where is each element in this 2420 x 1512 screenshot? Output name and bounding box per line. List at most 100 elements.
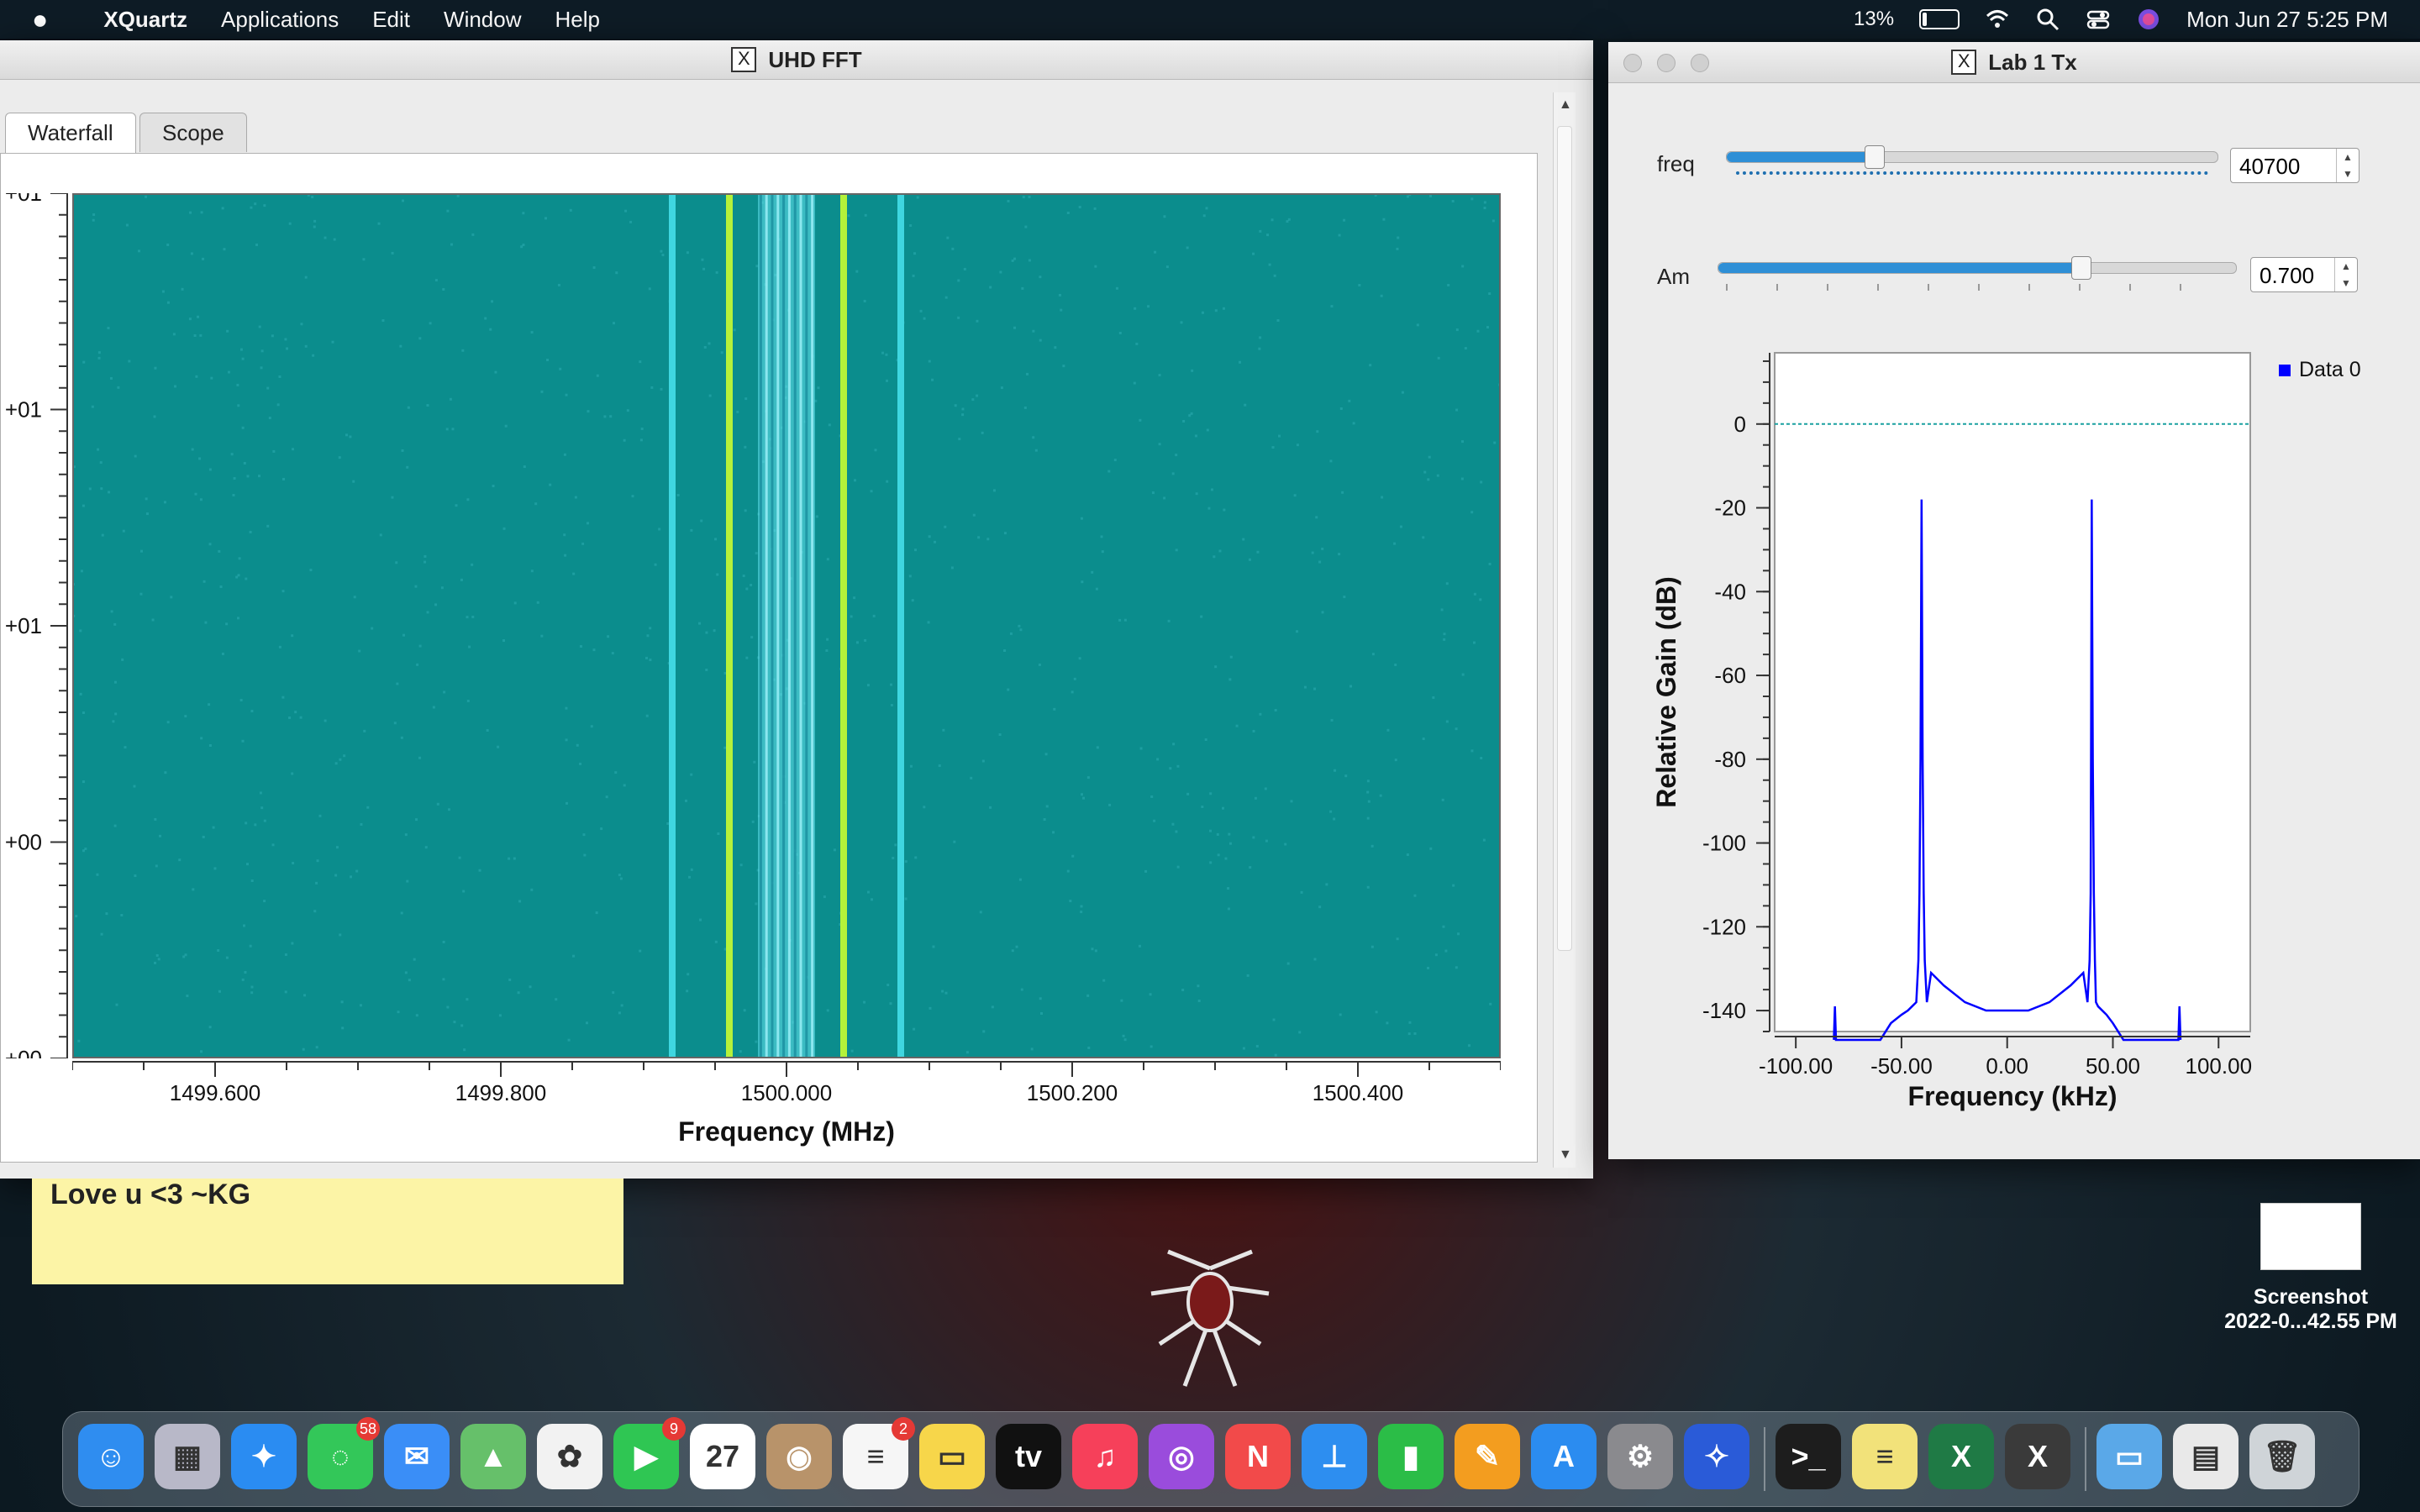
dock-stickies-icon[interactable]: ≡ [1852, 1424, 1918, 1489]
battery-percent: 13% [1854, 8, 1895, 30]
siri-icon[interactable] [2136, 7, 2161, 32]
noise-speck [99, 461, 103, 465]
menu-clock[interactable]: Mon Jun 27 5:25 PM [2186, 7, 2388, 33]
noise-speck [639, 360, 642, 364]
dock-xcode-game-icon[interactable]: ✧ [1684, 1424, 1749, 1489]
dock-calendar-icon[interactable]: 27 [690, 1424, 755, 1489]
noise-speck [1102, 979, 1106, 982]
sticky-note[interactable]: Love u <3 ~KG [32, 1179, 623, 1284]
dock-xquartz-icon[interactable]: X [2005, 1424, 2070, 1489]
close-button[interactable] [1623, 54, 1642, 72]
noise-speck [744, 445, 747, 449]
frequency-plot[interactable]: 0 -20 -40 -60 -80 -100 -120 -140 -100.00 -50.00 0.… [1608, 319, 2420, 1117]
apple-menu-icon[interactable]: ● [32, 4, 48, 35]
noise-speck [1352, 422, 1355, 425]
scroll-thumb[interactable] [1557, 126, 1572, 951]
noise-speck [338, 456, 341, 459]
noise-speck [82, 711, 85, 714]
dock-photos-icon[interactable]: ✿ [537, 1424, 602, 1489]
noise-speck [1265, 839, 1268, 843]
dock-notes-icon[interactable]: ▭ [919, 1424, 985, 1489]
spin-arrows-icon[interactable]: ▲ ▼ [2336, 149, 2359, 182]
scroll-down-arrow-icon[interactable]: ▼ [1559, 1147, 1572, 1163]
dock-screenshots-stack-icon[interactable]: ▤ [2173, 1424, 2238, 1489]
noise-speck [334, 874, 338, 877]
tab-scope[interactable]: Scope [139, 113, 247, 152]
dock-facetime-icon[interactable]: ▶ 9 [613, 1417, 686, 1489]
noise-speck [315, 1046, 318, 1049]
noise-speck [1113, 459, 1117, 462]
dock-keynote-icon[interactable]: ⊥ [1302, 1424, 1367, 1489]
noise-speck [1191, 369, 1194, 372]
noise-speck [1039, 997, 1042, 1000]
noise-speck [291, 942, 294, 945]
dock-folder-icon[interactable]: ▭ [2096, 1424, 2162, 1489]
menu-window[interactable]: Window [444, 7, 521, 33]
dock-app-store-icon[interactable]: A [1531, 1424, 1597, 1489]
noise-speck [432, 706, 435, 709]
app-menu[interactable]: XQuartz [103, 7, 187, 33]
dock-terminal-icon[interactable]: >_ [1776, 1424, 1841, 1489]
noise-speck [913, 252, 917, 255]
noise-speck [1094, 265, 1097, 268]
lab1-tx-titlebar[interactable]: X Lab 1 Tx [1608, 42, 2420, 83]
noise-speck [979, 911, 982, 914]
noise-speck [923, 806, 926, 809]
dock-finder-icon[interactable]: ☺ [78, 1424, 144, 1489]
dock-launchpad-icon[interactable]: ▦ [155, 1424, 220, 1489]
zoom-button[interactable] [1691, 54, 1709, 72]
am-slider-knob[interactable] [2071, 256, 2092, 280]
freq-slider-knob[interactable] [1865, 145, 1886, 169]
waterfall-plot[interactable] [72, 193, 1501, 1058]
battery-icon[interactable] [1919, 9, 1960, 29]
dock-excel-icon[interactable]: X [1928, 1424, 1994, 1489]
menu-help[interactable]: Help [555, 7, 600, 33]
vertical-scrollbar[interactable]: ▲ ▼ [1553, 92, 1576, 1168]
minimize-button[interactable] [1657, 54, 1676, 72]
noise-speck [1268, 263, 1271, 266]
dock-system-preferences-icon[interactable]: ⚙ [1607, 1424, 1673, 1489]
am-spinbox[interactable]: 0.700 ▲ ▼ [2250, 257, 2358, 292]
dock-music-icon[interactable]: ♫ [1072, 1424, 1138, 1489]
freq-spinbox[interactable]: 40700 ▲ ▼ [2230, 148, 2360, 183]
menu-edit[interactable]: Edit [372, 7, 410, 33]
freq-slider[interactable] [1726, 145, 2218, 169]
dock-tv-icon[interactable]: tv [996, 1424, 1061, 1489]
noise-speck [847, 214, 850, 218]
dock-trash-icon[interactable]: 🗑 [2249, 1424, 2315, 1489]
tab-waterfall[interactable]: Waterfall [5, 113, 136, 155]
dock-messages-icon[interactable]: ◌ 58 [308, 1417, 380, 1489]
noise-speck [1440, 608, 1444, 612]
noise-speck [401, 449, 404, 452]
dock-podcasts-icon[interactable]: ◎ [1149, 1424, 1214, 1489]
desktop-file-screenshot[interactable]: Screenshot 2022-0...42.55 PM [2218, 1203, 2403, 1334]
noise-speck [170, 596, 173, 599]
dock-maps-icon[interactable]: ▲ [460, 1424, 526, 1489]
scroll-up-arrow-icon[interactable]: ▲ [1559, 97, 1572, 113]
spin-arrows-icon[interactable]: ▲ ▼ [2334, 258, 2357, 291]
uhd-fft-titlebar[interactable]: X UHD FFT [0, 40, 1593, 80]
menu-applications[interactable]: Applications [221, 7, 339, 33]
am-slider[interactable] [1718, 256, 2237, 280]
wifi-icon[interactable] [1985, 7, 2010, 32]
noise-speck [1259, 336, 1262, 339]
notes-glyph: ▭ [937, 1439, 966, 1473]
dock-news-icon[interactable]: N [1225, 1424, 1291, 1489]
noise-speck [855, 641, 859, 644]
dock-numbers-icon[interactable]: ▮ [1378, 1424, 1444, 1489]
dock-pages-icon[interactable]: ✎ [1455, 1424, 1520, 1489]
dock-safari-icon[interactable]: ✦ [231, 1424, 297, 1489]
noise-speck [416, 663, 419, 666]
noise-speck [971, 398, 975, 402]
spotlight-search-icon[interactable] [2035, 7, 2060, 32]
noise-speck [445, 428, 449, 431]
noise-speck [199, 498, 203, 501]
control-center-icon[interactable] [2086, 7, 2111, 32]
dock-mail-icon[interactable]: ✉ [384, 1424, 450, 1489]
dock-contacts-icon[interactable]: ◉ [766, 1424, 832, 1489]
noise-speck [1457, 932, 1460, 936]
noise-speck [715, 270, 718, 274]
tv-glyph: tv [1014, 1439, 1042, 1473]
noise-speck [549, 483, 552, 486]
dock-reminders-icon[interactable]: ≡ 2 [843, 1417, 915, 1489]
